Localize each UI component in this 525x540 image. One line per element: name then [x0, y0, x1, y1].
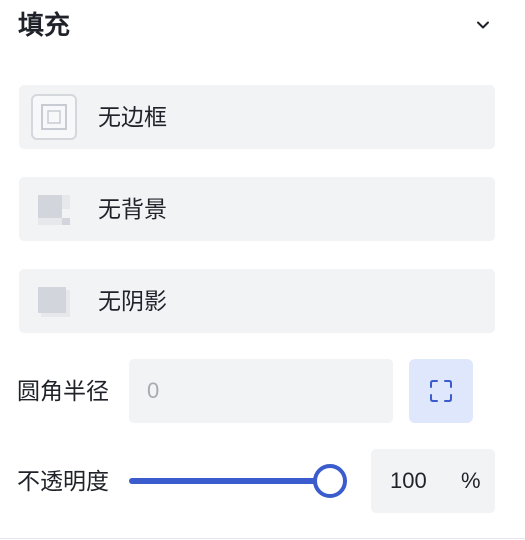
corner-radius-toggle-button[interactable] — [409, 359, 473, 423]
background-option-label: 无背景 — [98, 196, 167, 222]
no-background-icon — [31, 186, 77, 232]
shadow-option-label: 无阴影 — [98, 288, 167, 314]
no-border-icon — [31, 94, 77, 140]
opacity-value-box[interactable]: 100 % — [371, 449, 495, 513]
background-option[interactable]: 无背景 — [19, 177, 495, 241]
fill-section-header: 填充 — [18, 0, 498, 52]
no-shadow-icon — [31, 278, 77, 324]
corner-radius-input[interactable] — [129, 359, 393, 423]
border-option-label: 无边框 — [98, 104, 167, 130]
section-title: 填充 — [18, 10, 71, 40]
border-option[interactable]: 无边框 — [19, 85, 495, 149]
opacity-slider[interactable] — [129, 463, 347, 499]
corner-radius-label: 圆角半径 — [17, 378, 109, 404]
chevron-down-icon — [477, 21, 489, 29]
shadow-option[interactable]: 无阴影 — [19, 269, 495, 333]
opacity-value[interactable]: 100 — [390, 449, 442, 513]
opacity-slider-thumb[interactable] — [312, 464, 347, 498]
bottom-divider — [0, 538, 525, 539]
opacity-unit: % — [461, 468, 481, 493]
collapse-button[interactable] — [470, 12, 496, 38]
opacity-label: 不透明度 — [17, 468, 109, 494]
opacity-slider-fill — [129, 478, 330, 484]
corner-radius-icon — [430, 380, 452, 402]
